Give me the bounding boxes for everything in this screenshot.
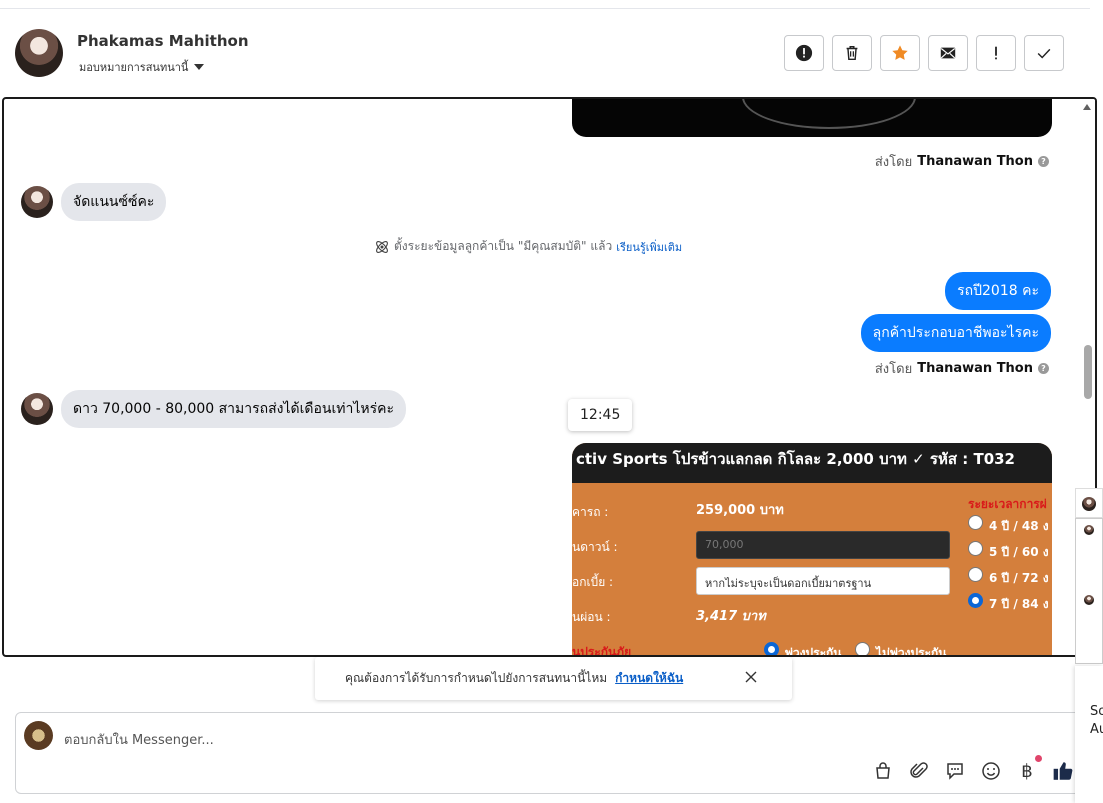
promo-term-radio bbox=[968, 567, 983, 582]
saved-replies-button[interactable] bbox=[943, 759, 967, 783]
promo-interest-field: หากไม่ระบุจะเป็นดอกเบี้ยมาตรฐาน bbox=[696, 567, 950, 595]
promo-price-label: คารถ : bbox=[572, 505, 609, 519]
promo-image-attachment[interactable]: ctiv Sports โปรข้าวแลกลด กิโลละ 2,000 บา… bbox=[572, 443, 1052, 657]
learn-more-link[interactable]: เรียนรู้เพิ่มเติม bbox=[616, 238, 682, 256]
alert-icon bbox=[795, 44, 813, 62]
assign-prompt-text: คุณต้องการได้รับการกำหนดไปยังการสนทนานี้… bbox=[345, 671, 608, 685]
sent-by-line: ส่งโดย Thanawan Thon ? bbox=[875, 358, 1049, 379]
sent-by-name: Thanawan Thon bbox=[917, 361, 1033, 376]
sent-by-name: Thanawan Thon bbox=[917, 154, 1033, 169]
reply-composer: ตอบกลับใน Messenger... ฿ bbox=[15, 712, 1085, 794]
sent-by-line: ส่งโดย Thanawan Thon ? bbox=[875, 151, 1049, 172]
help-icon[interactable]: ? bbox=[1038, 156, 1049, 167]
caret-down-icon bbox=[194, 64, 205, 70]
promo-down-label: นดาวน์ : bbox=[572, 540, 618, 554]
thumbs-up-icon bbox=[1053, 762, 1073, 780]
mark-unread-button[interactable] bbox=[928, 35, 968, 71]
sent-by-prefix: ส่งโดย bbox=[874, 155, 913, 170]
system-note: ตั้งระยะข้อมูลลูกค้าเป็น "มีคุณสมบัติ" แ… bbox=[374, 237, 682, 256]
system-note-text: ตั้งระยะข้อมูลลูกค้าเป็น "มีคุณสมบัติ" แ… bbox=[394, 239, 613, 253]
side-text: Au bbox=[1090, 722, 1103, 737]
promo-term-radio bbox=[968, 541, 983, 556]
side-list[interactable] bbox=[1075, 518, 1103, 664]
page-avatar bbox=[24, 721, 53, 750]
star-button[interactable] bbox=[880, 35, 920, 71]
promo-interest-label: อกเบี้ย : bbox=[572, 575, 614, 589]
outgoing-message[interactable]: ลุกค้าประกอบอาชีพอะไรคะ bbox=[860, 314, 1051, 352]
promo-term-option: 4 ปี / 48 ง bbox=[989, 519, 1049, 533]
conversation-panel: Phakamas Mahithon มอบหมายการสนทนานี้ ส่ง… bbox=[0, 0, 1103, 803]
exclamation-icon bbox=[995, 46, 997, 60]
assign-to-me-link[interactable]: กำหนดให้ฉัน bbox=[615, 669, 683, 688]
promo-insurance-radio bbox=[764, 642, 779, 655]
side-panel-bottom: So Au bbox=[1075, 666, 1103, 803]
promo-monthly: 3,417 บาท bbox=[696, 609, 766, 624]
contact-name[interactable]: Phakamas Mahithon bbox=[77, 32, 249, 50]
shop-button[interactable] bbox=[871, 759, 895, 783]
promo-term-option: 5 ปี / 60 ง bbox=[989, 545, 1049, 559]
scroll-up-arrow-icon[interactable] bbox=[1083, 104, 1091, 110]
notification-dot bbox=[1035, 755, 1042, 762]
message-bubble[interactable]: จัดแนนซ์ซ์คะ bbox=[61, 183, 167, 221]
promo-term-option: 7 ปี / 84 ง bbox=[989, 597, 1049, 611]
envelope-icon bbox=[940, 47, 956, 59]
contact-avatar-small[interactable] bbox=[21, 186, 53, 218]
promo-monthly-label: นผ่อน : bbox=[572, 610, 611, 624]
promo-term-radio bbox=[968, 593, 983, 608]
incoming-message: ดาว 70,000 - 80,000 สามารถส่งได้เดือนเท่… bbox=[21, 390, 407, 428]
promo-term-title: ระยะเวลาการผ่ bbox=[968, 497, 1047, 511]
mark-spam-button[interactable] bbox=[784, 35, 824, 71]
contact-avatar-small[interactable] bbox=[21, 393, 53, 425]
assign-prompt-banner: คุณต้องการได้รับการกำหนดไปยังการสนทนานี้… bbox=[315, 657, 792, 700]
smiley-icon bbox=[982, 762, 1000, 780]
like-button[interactable] bbox=[1051, 759, 1075, 783]
side-text: So bbox=[1090, 704, 1103, 719]
mark-done-button[interactable] bbox=[1024, 35, 1064, 71]
promo-insurance-label: นประกันภัย bbox=[572, 645, 632, 657]
scrollbar-thumb[interactable] bbox=[1084, 345, 1092, 399]
shopping-bag-icon bbox=[876, 762, 890, 779]
composer-toolbar: ฿ bbox=[871, 755, 1075, 783]
assign-conversation-dropdown[interactable]: มอบหมายการสนทนานี้ bbox=[79, 58, 205, 76]
promo-term-option: 6 ปี / 72 ง bbox=[989, 571, 1049, 585]
promo-insurance-option: ไม่พ่วงประกัน bbox=[876, 646, 947, 657]
timestamp-tooltip: 12:45 bbox=[568, 399, 633, 431]
assign-label: มอบหมายการสนทนานี้ bbox=[79, 61, 189, 74]
reply-input[interactable]: ตอบกลับใน Messenger... bbox=[64, 729, 214, 750]
side-avatar bbox=[1084, 595, 1094, 605]
emoji-button[interactable] bbox=[979, 759, 1003, 783]
promo-down-field: 70,000 bbox=[696, 531, 950, 559]
sent-by-prefix: ส่งโดย bbox=[874, 362, 913, 377]
promo-term-radio bbox=[968, 515, 983, 530]
star-icon bbox=[892, 45, 908, 60]
close-icon[interactable] bbox=[744, 670, 758, 684]
attached-image-previous[interactable] bbox=[572, 99, 1052, 137]
trash-icon bbox=[846, 45, 858, 61]
contact-avatar[interactable] bbox=[15, 29, 63, 77]
outgoing-message[interactable]: รถปี2018 คะ bbox=[945, 272, 1051, 310]
delete-button[interactable] bbox=[832, 35, 872, 71]
promo-title: ctiv Sports โปรข้าวแลกลด กิโลละ 2,000 บา… bbox=[572, 443, 1052, 483]
baht-icon: ฿ bbox=[1021, 760, 1033, 782]
side-panel-peek: So Au bbox=[1075, 488, 1103, 803]
atom-icon bbox=[376, 240, 388, 253]
payment-button[interactable]: ฿ bbox=[1015, 755, 1042, 783]
side-card[interactable] bbox=[1075, 488, 1103, 518]
chat-bubble-icon bbox=[947, 763, 963, 780]
promo-price: 259,000 บาท bbox=[696, 503, 784, 518]
message-bubble[interactable]: ดาว 70,000 - 80,000 สามารถส่งได้เดือนเท่… bbox=[61, 390, 407, 428]
message-thread[interactable]: ส่งโดย Thanawan Thon ? จัดแนนซ์ซ์คะ ตั้ง… bbox=[2, 97, 1097, 657]
promo-insurance-option: พ่วงประกัน bbox=[785, 646, 842, 657]
promo-insurance-radio bbox=[855, 642, 870, 655]
help-icon[interactable]: ? bbox=[1038, 363, 1049, 374]
check-icon bbox=[1037, 48, 1051, 59]
paperclip-icon bbox=[910, 762, 928, 778]
side-avatar bbox=[1084, 525, 1094, 535]
incoming-message: จัดแนนซ์ซ์คะ bbox=[21, 183, 167, 221]
header-actions bbox=[784, 35, 1064, 71]
conversation-header: Phakamas Mahithon มอบหมายการสนทนานี้ bbox=[0, 9, 1090, 97]
side-avatar bbox=[1082, 497, 1096, 511]
follow-up-button[interactable] bbox=[976, 35, 1016, 71]
attach-button[interactable] bbox=[907, 759, 931, 783]
